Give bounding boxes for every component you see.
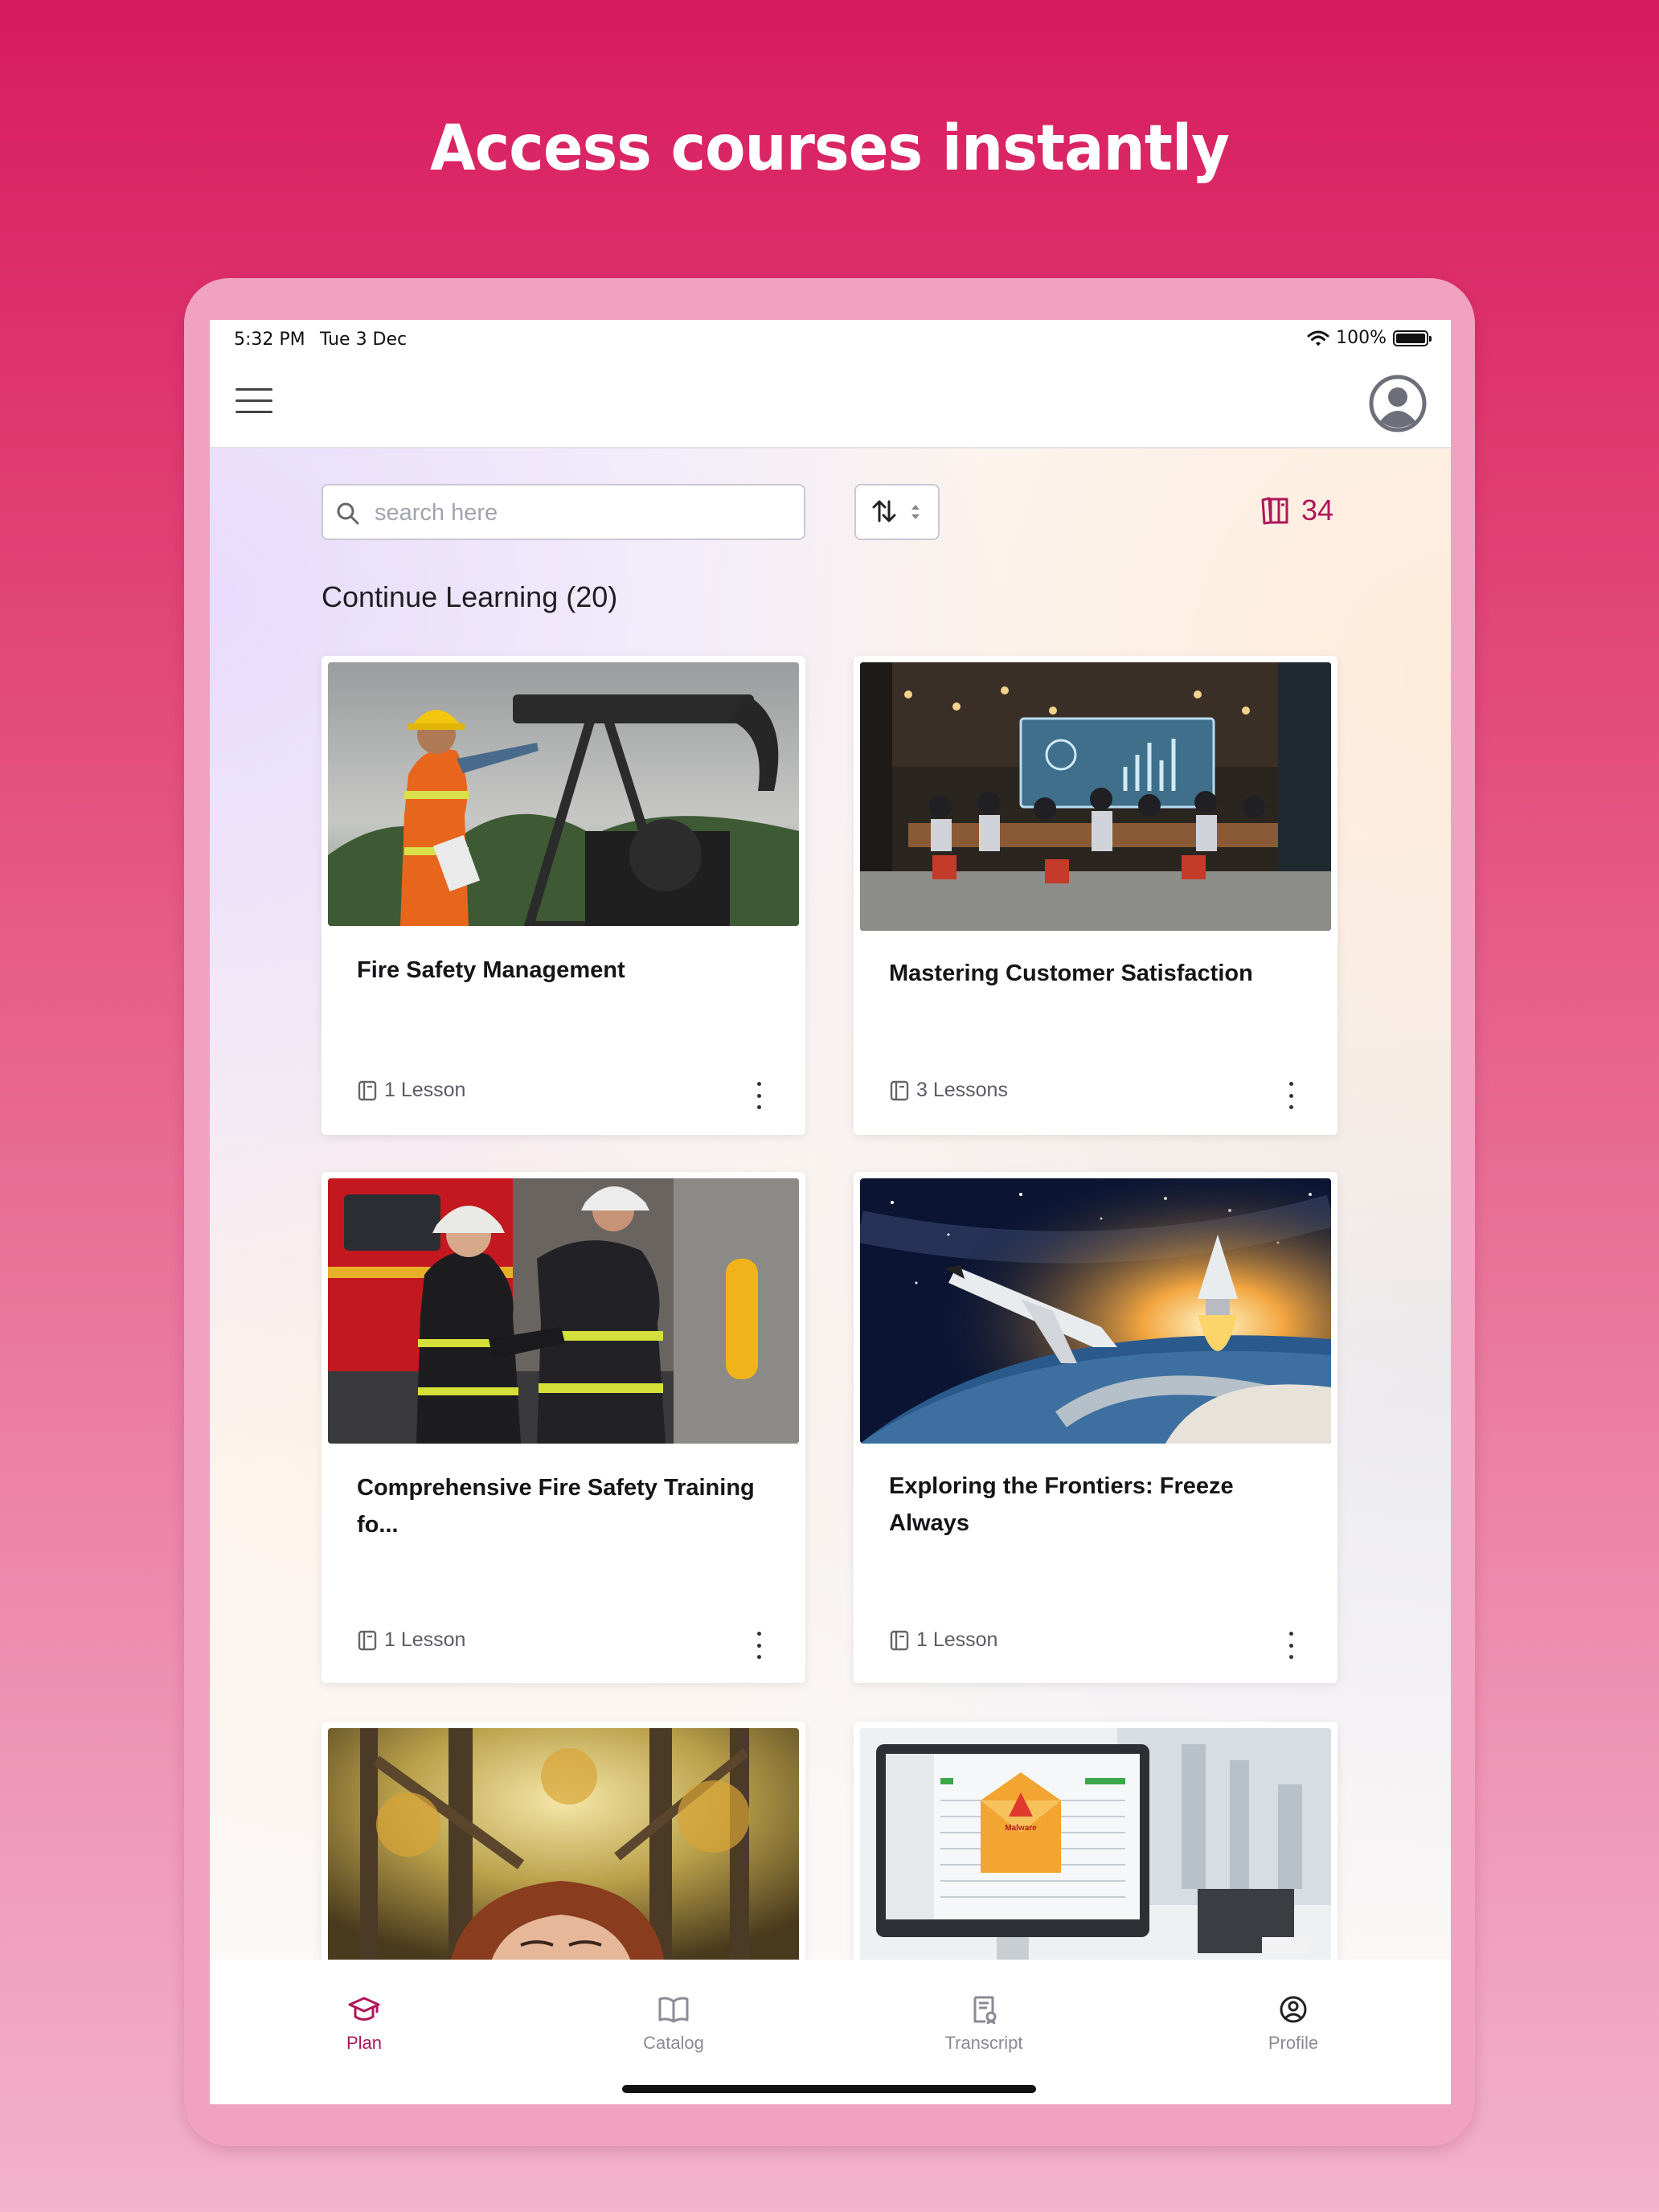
course-card[interactable]: Exploring the Frontiers: Freeze Always 1…: [854, 1172, 1337, 1683]
battery-percent: 100%: [1336, 328, 1387, 348]
tab-label: Catalog: [643, 2033, 704, 2053]
lesson-count: 1 Lesson: [357, 1628, 465, 1652]
tab-label: Profile: [1268, 2033, 1319, 2053]
course-title: Fire Safety Management: [357, 957, 625, 983]
lesson-count: 1 Lesson: [889, 1628, 997, 1652]
battery-icon: [1393, 330, 1432, 346]
search-box: [322, 484, 805, 540]
home-indicator[interactable]: [622, 2085, 1036, 2093]
more-options-icon[interactable]: [754, 1632, 764, 1659]
avatar-icon[interactable]: [1369, 375, 1427, 432]
menu-icon[interactable]: [236, 388, 272, 419]
course-title: Comprehensive Fire Safety Training fo...: [357, 1475, 755, 1538]
lesson-count-label: 1 Lesson: [384, 1628, 466, 1651]
lesson-count: 3 Lessons: [889, 1079, 1008, 1102]
course-card[interactable]: Malware: [854, 1722, 1337, 1960]
course-card[interactable]: Comprehensive Fire Safety Training fo...…: [322, 1172, 805, 1683]
lesson-count-label: 3 Lessons: [916, 1079, 1008, 1101]
course-count-value: 34: [1301, 494, 1334, 526]
status-date: Tue 3 Dec: [320, 330, 408, 350]
certificate-icon: [973, 1996, 997, 2026]
main-content: 34 Continue Learning (20): [210, 449, 1451, 1960]
lesson-count-label: 1 Lesson: [384, 1079, 466, 1101]
search-icon: [337, 502, 359, 525]
lesson-icon: [890, 1630, 909, 1650]
lesson-icon: [358, 1080, 377, 1100]
course-thumbnail-oil-worker: [328, 662, 799, 926]
more-options-icon[interactable]: [754, 1082, 764, 1109]
lesson-icon: [358, 1630, 377, 1650]
wifi-icon: [1307, 330, 1329, 346]
tab-transcript[interactable]: Transcript: [903, 1995, 1064, 2054]
section-title: Continue Learning (20): [322, 580, 618, 613]
books-icon: [1261, 497, 1288, 525]
status-indicators: 100%: [1307, 328, 1432, 348]
course-thumbnail-office-meeting: [860, 662, 1331, 931]
course-title: Mastering Customer Satisfaction: [889, 961, 1253, 986]
course-card[interactable]: Fire Safety Management 1 Lesson: [322, 656, 805, 1135]
app-bar: [210, 360, 1451, 449]
tab-plan[interactable]: Plan: [284, 1995, 444, 2054]
course-card[interactable]: [322, 1722, 805, 1960]
app-screen: 5:32 PM Tue 3 Dec 100% search here 34 Co…: [210, 320, 1451, 2104]
status-bar: 5:32 PM Tue 3 Dec 100%: [210, 320, 1451, 360]
course-thumbnail-firefighters: [328, 1178, 799, 1444]
tab-label: Transcript: [944, 2033, 1023, 2053]
more-options-icon[interactable]: [1286, 1082, 1296, 1109]
course-count[interactable]: 34: [1260, 494, 1333, 527]
search-input[interactable]: [373, 494, 794, 532]
lesson-count-label: 1 Lesson: [916, 1628, 998, 1651]
tab-catalog[interactable]: Catalog: [593, 1995, 754, 2054]
course-thumbnail-forest-woman: [328, 1728, 799, 1960]
graduation-cap-icon: [348, 1997, 380, 2021]
lesson-icon: [890, 1080, 909, 1100]
course-thumbnail-space-shuttle: [860, 1178, 1331, 1444]
headline: Access courses instantly: [429, 113, 1230, 185]
course-thumbnail-malware-email: Malware: [860, 1728, 1331, 1960]
bottom-tab-bar: Plan Catalog Transcript Profile: [210, 1960, 1451, 2104]
status-time: 5:32 PM: [234, 330, 305, 350]
tab-profile[interactable]: Profile: [1213, 1995, 1374, 2054]
sort-icon: [872, 500, 920, 522]
tab-label: Plan: [346, 2033, 383, 2053]
more-options-icon[interactable]: [1286, 1632, 1296, 1659]
book-open-icon: [658, 1997, 689, 2023]
user-circle-icon: [1280, 1996, 1307, 2023]
lesson-count: 1 Lesson: [357, 1079, 465, 1102]
course-card[interactable]: Mastering Customer Satisfaction 3 Lesson…: [854, 656, 1337, 1135]
course-title: Exploring the Frontiers: Freeze Always: [889, 1473, 1234, 1536]
malware-label: Malware: [1005, 1824, 1037, 1833]
sort-button[interactable]: [854, 484, 940, 540]
